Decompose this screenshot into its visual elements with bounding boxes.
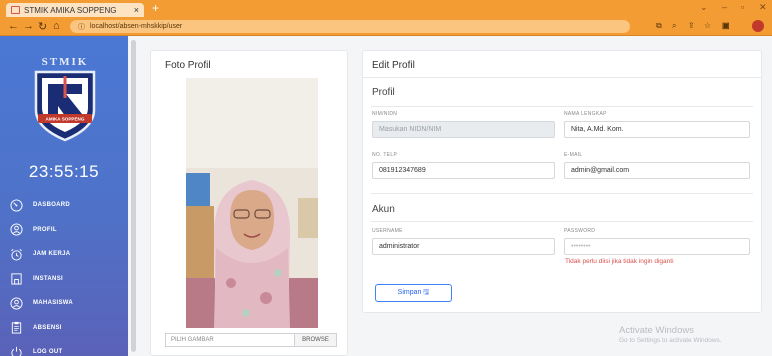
logo-banner: AMIKA SOPPENG <box>46 117 85 122</box>
share-icon[interactable]: ⇪ <box>688 21 695 30</box>
email-label: E-MAIL <box>564 152 583 158</box>
photo-card-title: Foto Profil <box>165 60 211 71</box>
sidebar-item-label: DASBOARD <box>33 202 71 209</box>
restore-icon[interactable]: ▫ <box>741 2 744 12</box>
section-akun-title: Akun <box>372 204 395 215</box>
sidebar-item-label: MAHASISWA <box>33 300 74 307</box>
home-icon[interactable]: ⌂ <box>53 20 60 32</box>
edit-card-title: Edit Profil <box>372 60 415 71</box>
nim-label: NIM/NIDN <box>372 111 398 117</box>
file-placeholder: PILIH GAMBAR <box>171 337 214 343</box>
profile-avatar[interactable] <box>752 20 764 32</box>
back-icon[interactable]: ← <box>8 20 19 32</box>
sidebar-item-jam-kerja[interactable]: JAM KERJA <box>0 242 128 267</box>
save-button[interactable]: Simpan 🖫 <box>375 284 452 302</box>
minimize-icon[interactable]: – <box>722 2 727 12</box>
profile-photo <box>186 78 318 328</box>
url-field[interactable]: ⓘ localhost/absen-mhskkip/user <box>70 20 630 33</box>
section-divider <box>371 221 753 222</box>
section-profil-title: Profil <box>372 87 395 98</box>
section-divider <box>371 193 753 194</box>
zoom-icon[interactable]: ⌕ <box>672 21 676 31</box>
favicon-icon <box>11 6 20 14</box>
url-text: localhost/absen-mhskkip/user <box>90 23 183 30</box>
telp-field[interactable]: 081912347689 <box>372 162 555 179</box>
translate-icon[interactable]: ⧉ <box>656 21 662 31</box>
sidebar-item-dashboard[interactable]: DASBOARD <box>0 193 128 218</box>
sidebar-item-profil[interactable]: PROFIL <box>0 218 128 243</box>
sidebar-item-mahasiswa[interactable]: MAHASISWA <box>0 291 128 316</box>
profile-icon <box>10 223 23 236</box>
sidebar-item-instansi[interactable]: INSTANSI <box>0 267 128 292</box>
file-picker[interactable]: PILIH GAMBAR BROWSE <box>165 333 337 347</box>
forward-icon[interactable]: → <box>23 20 34 32</box>
sidepanel-icon[interactable]: ▣ <box>722 21 730 30</box>
watermark-line2: Go to Settings to activate Windows. <box>619 337 722 344</box>
chevron-down-icon[interactable]: ⌄ <box>700 2 708 13</box>
edit-profile-card: Edit Profil Profil NIM/NIDN Masukan NIDN… <box>362 50 762 313</box>
sidebar-item-label: JAM KERJA <box>33 251 71 258</box>
stmik-logo: STMIK AMIKA SOPPENG <box>34 56 96 142</box>
sidebar-scrollbar[interactable] <box>131 40 136 352</box>
email-field[interactable]: admin@gmail.com <box>564 162 750 179</box>
browse-button[interactable]: BROWSE <box>294 334 336 346</box>
power-icon <box>11 346 22 356</box>
telp-label: NO. TELP <box>372 152 398 158</box>
browser-tab[interactable]: STMIK AMIKA SOPPENG × <box>6 3 144 17</box>
user-circle-icon <box>10 297 23 310</box>
sidebar-item-label: LOG OUT <box>33 349 63 356</box>
activate-windows-watermark: Activate Windows Go to Settings to activ… <box>619 325 722 344</box>
sidebar-item-label: ABSENSI <box>33 324 62 331</box>
dashboard-icon <box>10 199 23 212</box>
clock: 23:55:15 <box>28 162 100 181</box>
tab-title: STMIK AMIKA SOPPENG <box>24 5 117 15</box>
sidebar-item-label: PROFIL <box>33 226 57 233</box>
sidebar: STMIK AMIKA SOPPENG 23:55:15 DASBOARD PR… <box>0 36 128 356</box>
window-close-icon[interactable]: ✕ <box>759 2 767 13</box>
address-bar-row: ← → ↻ ⌂ ⓘ localhost/absen-mhskkip/user ⧉… <box>0 17 772 36</box>
password-label: PASSWORD <box>564 228 596 234</box>
building-icon <box>11 273 22 285</box>
clipboard-icon <box>11 322 22 334</box>
nama-field[interactable]: Nita, A.Md. Kom. <box>564 121 750 138</box>
reload-icon[interactable]: ↻ <box>38 20 47 33</box>
sidebar-item-absensi[interactable]: ABSENSI <box>0 316 128 341</box>
edit-card-header: Edit Profil <box>363 51 761 78</box>
sidebar-menu: DASBOARD PROFIL JAM KERJA INSTANSI MAHAS… <box>0 193 128 356</box>
close-tab-icon[interactable]: × <box>134 5 139 15</box>
star-icon[interactable]: ☆ <box>704 21 711 30</box>
browser-tab-bar: STMIK AMIKA SOPPENG × + ⌄ – ▫ ✕ <box>0 0 772 17</box>
section-divider <box>371 106 753 107</box>
password-field[interactable]: •••••••• <box>564 238 750 255</box>
watermark-line1: Activate Windows <box>619 325 694 336</box>
new-tab-button[interactable]: + <box>152 1 159 15</box>
logo-text: STMIK <box>42 56 89 68</box>
nama-label: NAMA LENGKAP <box>564 111 607 117</box>
sidebar-item-label: INSTANSI <box>33 275 63 282</box>
photo-card: Foto Profil PILIH GAMBAR BROWSE <box>150 50 348 356</box>
username-field[interactable]: administrator <box>372 238 555 255</box>
password-hint: Tidak perlu diisi jika tidak ingin digan… <box>565 258 674 265</box>
username-label: USERNAME <box>372 228 403 234</box>
nim-field: Masukan NIDN/NIM <box>372 121 555 138</box>
sidebar-item-logout[interactable]: LOG OUT <box>0 340 128 356</box>
info-icon: ⓘ <box>78 23 85 31</box>
alarm-clock-icon <box>11 248 22 261</box>
